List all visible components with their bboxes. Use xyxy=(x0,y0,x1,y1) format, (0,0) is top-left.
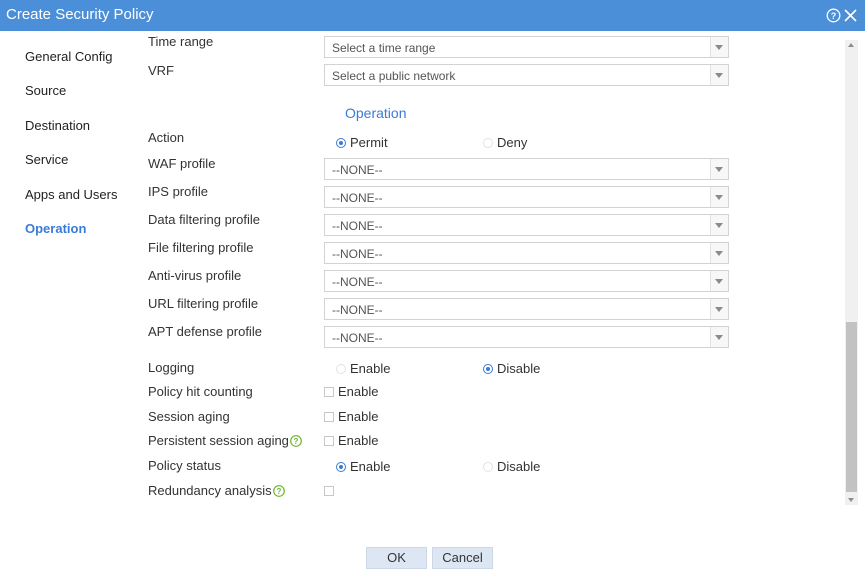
checkbox-icon[interactable] xyxy=(324,436,334,446)
cancel-button[interactable]: Cancel xyxy=(432,547,493,569)
policy-hit-counting-option: Enable xyxy=(338,384,379,399)
logging-disable-label: Disable xyxy=(497,361,541,376)
action-deny-radio[interactable]: Deny xyxy=(483,135,527,150)
nav-item-source[interactable]: Source xyxy=(25,83,66,98)
waf-profile-value: --NONE-- xyxy=(332,163,383,177)
chevron-down-icon[interactable] xyxy=(710,327,728,347)
policy-status-label: Policy status xyxy=(148,458,221,473)
data-filtering-profile-label: Data filtering profile xyxy=(148,212,260,227)
dialog-title: Create Security Policy xyxy=(6,6,154,23)
chevron-down-icon[interactable] xyxy=(710,187,728,207)
policy-status-enable-radio[interactable]: Enable xyxy=(336,459,390,474)
logging-enable-label: Enable xyxy=(350,361,391,376)
session-aging-checkbox[interactable]: Enable xyxy=(324,409,378,424)
action-deny-label: Deny xyxy=(497,135,528,150)
help-icon[interactable]: ? xyxy=(272,485,285,497)
radio-selected-icon[interactable] xyxy=(483,364,493,374)
logging-enable-radio[interactable]: Enable xyxy=(336,361,390,376)
vrf-label: VRF xyxy=(148,63,174,78)
waf-profile-select[interactable]: --NONE-- xyxy=(324,158,729,180)
nav-item-apps-and-users[interactable]: Apps and Users xyxy=(25,187,118,202)
scroll-down-arrow-icon[interactable] xyxy=(848,498,854,502)
logging-label: Logging xyxy=(148,360,195,375)
policy-status-enable-label: Enable xyxy=(350,459,391,474)
question-circle-icon[interactable]: ? xyxy=(826,8,841,23)
radio-unselected-icon[interactable] xyxy=(483,462,493,472)
apt-defense-profile-select[interactable]: --NONE-- xyxy=(324,326,729,348)
dialog-titlebar: Create Security Policy ? xyxy=(0,0,865,31)
persistent-session-aging-label: Persistent session aging? xyxy=(148,433,302,448)
data-filtering-profile-value: --NONE-- xyxy=(332,219,383,233)
anti-virus-profile-label: Anti-virus profile xyxy=(148,268,242,283)
time-range-placeholder: Select a time range xyxy=(332,41,436,55)
action-label: Action xyxy=(148,130,185,145)
radio-selected-icon[interactable] xyxy=(336,462,346,472)
anti-virus-profile-value: --NONE-- xyxy=(332,275,383,289)
redundancy-analysis-checkbox[interactable] xyxy=(324,483,338,498)
chevron-down-icon[interactable] xyxy=(710,65,728,85)
ips-profile-value: --NONE-- xyxy=(332,191,383,205)
session-aging-label: Session aging xyxy=(148,409,230,424)
checkbox-icon[interactable] xyxy=(324,412,334,422)
svg-text:?: ? xyxy=(276,487,281,496)
radio-unselected-icon[interactable] xyxy=(336,364,346,374)
radio-selected-icon[interactable] xyxy=(336,138,346,148)
url-filtering-profile-label: URL filtering profile xyxy=(148,296,259,311)
nav-item-general-config[interactable]: General Config xyxy=(25,49,112,64)
time-range-label: Time range xyxy=(148,34,214,49)
url-filtering-profile-select[interactable]: --NONE-- xyxy=(324,298,729,320)
logging-disable-radio[interactable]: Disable xyxy=(483,361,540,376)
chevron-down-icon[interactable] xyxy=(710,215,728,235)
action-permit-radio[interactable]: Permit xyxy=(336,135,388,150)
redundancy-analysis-text: Redundancy analysis xyxy=(148,483,272,498)
radio-unselected-icon[interactable] xyxy=(483,138,493,148)
chevron-down-icon[interactable] xyxy=(710,271,728,291)
session-aging-option: Enable xyxy=(338,409,379,424)
anti-virus-profile-select[interactable]: --NONE-- xyxy=(324,270,729,292)
ok-button[interactable]: OK xyxy=(366,547,427,569)
policy-hit-counting-label: Policy hit counting xyxy=(148,384,253,399)
checkbox-icon[interactable] xyxy=(324,387,334,397)
checkbox-icon[interactable] xyxy=(324,486,334,496)
data-filtering-profile-select[interactable]: --NONE-- xyxy=(324,214,729,236)
ips-profile-label: IPS profile xyxy=(148,184,208,199)
nav-item-service[interactable]: Service xyxy=(25,152,68,167)
file-filtering-profile-select[interactable]: --NONE-- xyxy=(324,242,729,264)
nav-item-operation[interactable]: Operation xyxy=(25,221,86,236)
file-filtering-profile-value: --NONE-- xyxy=(332,247,383,261)
chevron-down-icon[interactable] xyxy=(710,299,728,319)
scroll-up-arrow-icon[interactable] xyxy=(848,43,854,47)
apt-defense-profile-value: --NONE-- xyxy=(332,331,383,345)
policy-status-disable-label: Disable xyxy=(497,459,541,474)
chevron-down-icon[interactable] xyxy=(710,159,728,179)
close-icon[interactable] xyxy=(843,8,858,23)
help-icon[interactable]: ? xyxy=(290,435,302,447)
svg-text:?: ? xyxy=(831,11,837,21)
redundancy-analysis-label: Redundancy analysis? xyxy=(148,483,285,498)
policy-status-disable-radio[interactable]: Disable xyxy=(483,459,540,474)
time-range-select[interactable]: Select a time range xyxy=(324,36,729,58)
policy-hit-counting-checkbox[interactable]: Enable xyxy=(324,384,378,399)
ips-profile-select[interactable]: --NONE-- xyxy=(324,186,729,208)
persistent-session-aging-checkbox[interactable]: Enable xyxy=(324,433,378,448)
vrf-select[interactable]: Select a public network xyxy=(324,64,729,86)
vrf-placeholder: Select a public network xyxy=(332,69,456,83)
section-title-operation: Operation xyxy=(345,105,407,121)
persistent-session-aging-text: Persistent session aging xyxy=(148,433,289,448)
waf-profile-label: WAF profile xyxy=(148,156,216,171)
persistent-session-aging-option: Enable xyxy=(338,433,379,448)
chevron-down-icon[interactable] xyxy=(710,243,728,263)
vertical-scrollbar[interactable] xyxy=(845,40,858,505)
scrollbar-thumb[interactable] xyxy=(846,322,857,492)
svg-text:?: ? xyxy=(293,437,298,446)
nav-item-destination[interactable]: Destination xyxy=(25,118,90,133)
chevron-down-icon[interactable] xyxy=(710,37,728,57)
url-filtering-profile-value: --NONE-- xyxy=(332,303,383,317)
apt-defense-profile-label: APT defense profile xyxy=(148,324,262,339)
file-filtering-profile-label: File filtering profile xyxy=(148,240,254,255)
action-permit-label: Permit xyxy=(350,135,388,150)
